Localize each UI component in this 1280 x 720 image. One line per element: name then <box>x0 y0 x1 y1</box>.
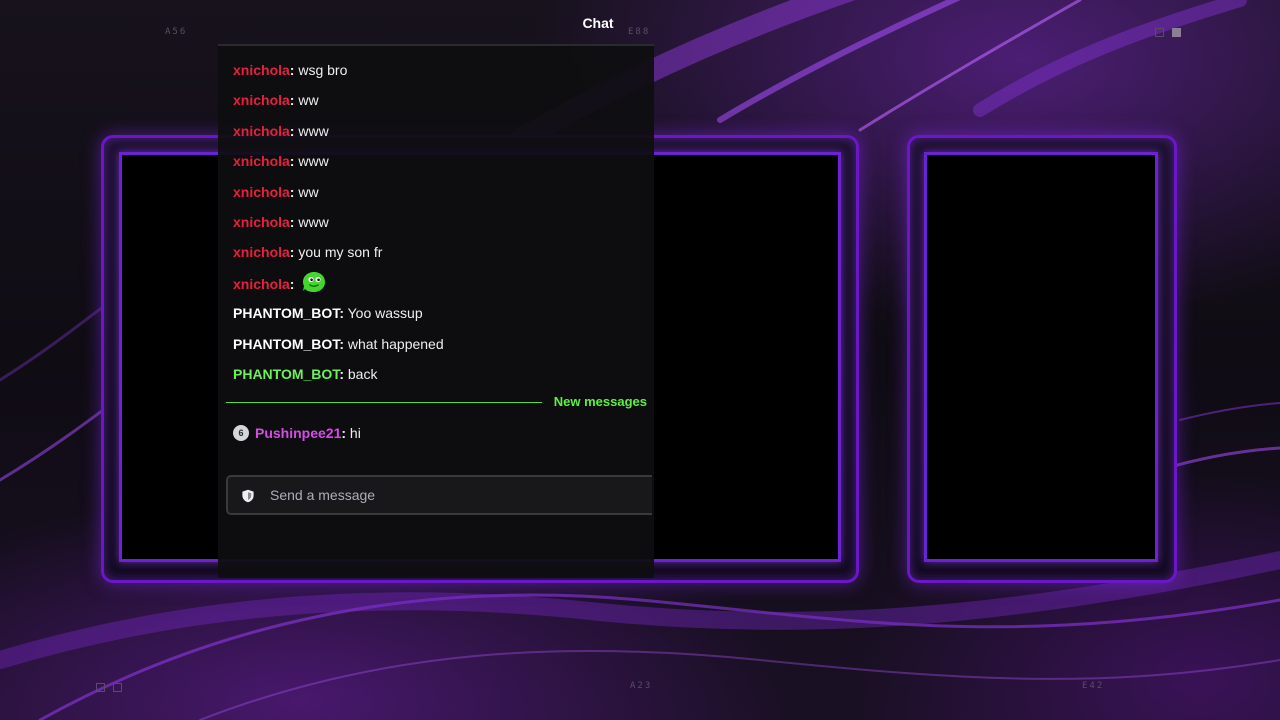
chat-username[interactable]: xnichola <box>233 184 290 200</box>
corner-label-top-left: A56 <box>165 27 188 37</box>
chat-separator: : <box>289 276 295 292</box>
chat-message: xnichola: www <box>233 122 329 140</box>
new-messages-divider <box>226 402 542 403</box>
chat-message-text: you my son fr <box>294 244 383 261</box>
chat-message: xnichola: www <box>233 213 329 231</box>
chat-message: xnichola: <box>233 271 326 297</box>
chat-username[interactable]: Pushinpee21 <box>255 425 341 441</box>
chat-message-text: www <box>294 122 329 139</box>
chat-username[interactable]: xnichola <box>233 62 290 78</box>
corner-label-bottom-center: A23 <box>630 681 653 691</box>
chat-message-input[interactable] <box>270 477 640 513</box>
chat-message-text: hi <box>346 425 361 441</box>
chat-message: xnichola: ww <box>233 183 319 201</box>
chat-message-text: www <box>294 153 329 170</box>
shield-icon[interactable] <box>241 489 255 508</box>
new-messages-label: New messages <box>553 394 647 409</box>
chat-message: xnichola: wsg bro <box>233 61 347 79</box>
side-camera-frame <box>907 135 1177 583</box>
corner-square-outline <box>96 683 105 692</box>
chat-message: PHANTOM_BOT: what happened <box>233 335 444 353</box>
corner-square-outline <box>1155 28 1164 37</box>
corner-square-filled <box>1172 28 1181 37</box>
chat-username[interactable]: xnichola <box>233 244 290 260</box>
chat-username[interactable]: xnichola <box>233 123 290 139</box>
chat-message: xnichola: ww <box>233 91 319 109</box>
chat-message: xnichola: www <box>233 152 329 170</box>
green-face-emote-icon <box>302 271 326 297</box>
corner-square-outline <box>113 683 122 692</box>
chat-message-text: what happened <box>343 335 444 352</box>
chat-message-text: ww <box>294 183 319 200</box>
chat-username[interactable]: xnichola <box>233 153 290 169</box>
sub-badge-icon: 6 <box>233 425 249 442</box>
chat-title: Chat <box>582 15 614 31</box>
chat-message: PHANTOM_BOT: Yoo wassup <box>233 304 423 322</box>
chat-message-text: wsg bro <box>294 62 348 78</box>
chat-username[interactable]: xnichola <box>233 92 290 108</box>
chat-message: PHANTOM_BOT: back <box>233 365 377 383</box>
corner-label-bottom-right: E42 <box>1082 681 1105 691</box>
chat-message-text: back <box>343 366 378 382</box>
chat-panel: xnichola: wsg bro xnichola: ww xnichola: w… <box>218 44 654 578</box>
side-camera-slot <box>924 152 1158 562</box>
chat-username[interactable]: PHANTOM_BOT <box>233 336 339 352</box>
chat-message: 6 Pushinpee21: hi <box>233 424 361 442</box>
chat-message: xnichola: you my son fr <box>233 243 382 261</box>
chat-username[interactable]: PHANTOM_BOT <box>233 366 339 382</box>
chat-username[interactable]: xnichola <box>233 214 290 230</box>
chat-message-text: Yoo wassup <box>343 305 423 322</box>
chat-message-text: www <box>294 214 329 230</box>
chat-username[interactable]: PHANTOM_BOT <box>233 305 339 321</box>
chat-input-container[interactable] <box>226 475 652 515</box>
stream-overlay: A56 E88 A23 E42 Chat xnichola: wsg bro xn… <box>0 0 1280 720</box>
chat-message-text: ww <box>294 92 319 109</box>
chat-username[interactable]: xnichola <box>233 276 290 292</box>
